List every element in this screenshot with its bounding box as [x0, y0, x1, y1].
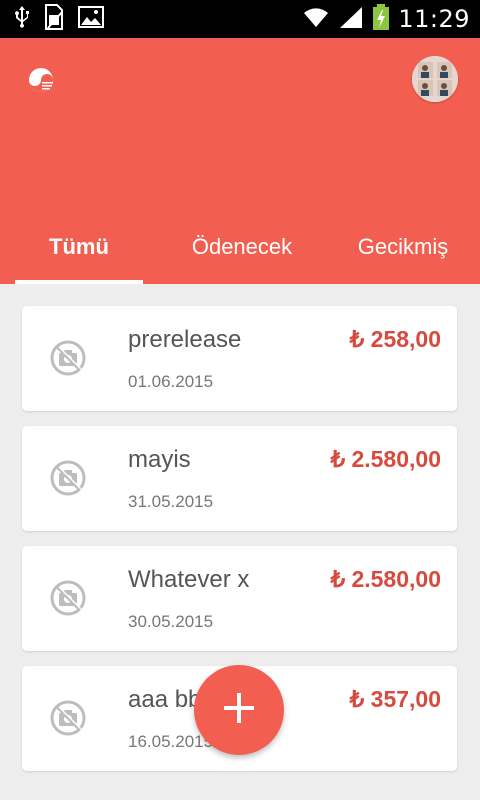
tab-label: Ödenecek	[191, 234, 293, 259]
item-amount: ₺ 2.580,00	[330, 446, 441, 472]
image-icon	[78, 6, 104, 32]
item-amount: ₺ 2.580,00	[330, 566, 441, 592]
item-date: 16.05.2015	[128, 732, 214, 751]
add-button[interactable]	[194, 665, 284, 755]
item-date: 01.06.2015	[128, 372, 214, 391]
tab-overdue[interactable]: Gecikmiş	[326, 228, 480, 284]
status-clock: 11:29	[398, 5, 470, 33]
signal-icon	[338, 5, 364, 33]
app-logo-icon	[22, 66, 60, 94]
item-amount: ₺ 258,00	[349, 326, 441, 352]
no-photo-icon	[50, 460, 86, 496]
no-photo-icon	[50, 340, 86, 376]
item-amount: ₺ 357,00	[349, 686, 441, 712]
item-title: mayis	[128, 446, 191, 473]
usb-icon	[14, 5, 30, 33]
user-avatar[interactable]	[412, 56, 458, 102]
list-item[interactable]: Whatever x 30.05.2015 ₺ 2.580,00	[22, 546, 457, 651]
tab-label: Gecikmiş	[357, 234, 449, 259]
battery-charging-icon	[372, 3, 390, 35]
status-bar: 11:29	[0, 0, 480, 38]
sim-card-icon	[44, 4, 64, 34]
wifi-icon	[302, 5, 330, 33]
item-date: 30.05.2015	[128, 612, 214, 631]
item-title: Whatever x	[128, 566, 250, 593]
plus-icon	[222, 691, 256, 729]
item-title: aaa bb	[128, 686, 202, 713]
app-header: Tümü Ödenecek Gecikmiş	[0, 38, 480, 284]
tab-bar: Tümü Ödenecek Gecikmiş	[0, 228, 480, 284]
no-photo-icon	[50, 580, 86, 616]
tab-label: Tümü	[49, 234, 109, 259]
list-item[interactable]: mayis 31.05.2015 ₺ 2.580,00	[22, 426, 457, 531]
active-tab-indicator	[15, 280, 143, 284]
no-photo-icon	[50, 700, 86, 736]
tab-all[interactable]: Tümü	[0, 228, 158, 284]
item-date: 31.05.2015	[128, 492, 214, 511]
tab-payable[interactable]: Ödenecek	[158, 228, 326, 284]
item-title: prerelease	[128, 326, 242, 353]
list-item[interactable]: prerelease 01.06.2015 ₺ 258,00	[22, 306, 457, 411]
